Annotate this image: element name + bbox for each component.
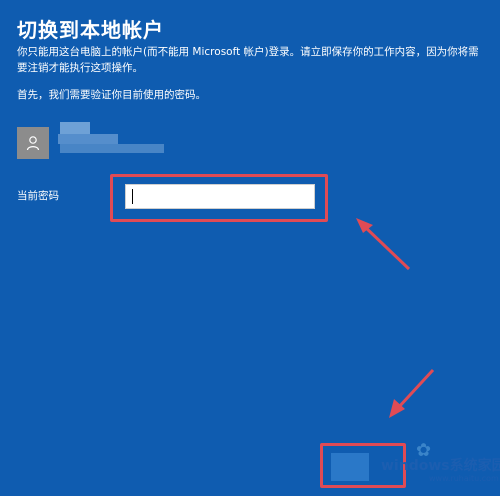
annotation-arrows [356,218,435,418]
arrow-to-next-button [389,368,435,418]
arrow-to-password-field [356,218,411,271]
watermark-url: www.ruhaitu.com [429,474,499,483]
watermark-main: windows系统家园 [381,458,500,474]
watermark: windows系统家园 www.ruhaitu.com [371,449,500,493]
